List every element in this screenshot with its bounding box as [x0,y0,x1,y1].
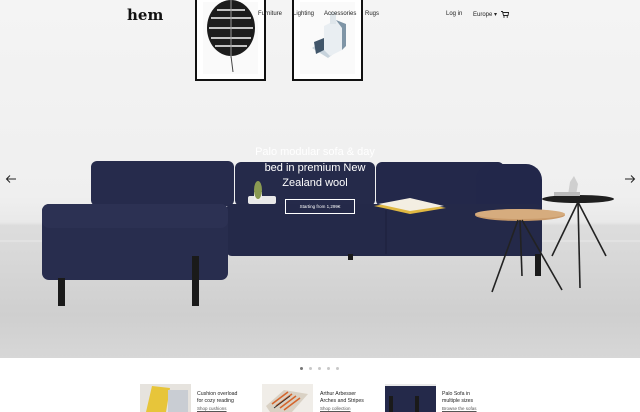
hero-cta-button[interactable]: Starting from 1,299€ [285,199,355,214]
leaf-poster [195,0,266,81]
hero-title: Palo modular sofa & day bed in premium N… [240,145,390,192]
carousel-dot[interactable] [318,367,321,370]
product-title-line: Cushion overload [197,391,238,397]
product-link[interactable]: Browse the sofas [442,406,477,411]
product-title-line: for cozy reading [197,397,234,404]
carousel-dot[interactable] [300,367,303,370]
product-link[interactable]: Shop collection [320,406,351,411]
nav-rugs[interactable]: Rugs [365,11,379,17]
arches-thumbnail[interactable] [262,384,313,412]
nav-accessories[interactable]: Accessories [324,11,356,17]
hero-title-line: bed in premium New [264,161,366,174]
carousel-dot[interactable] [336,367,339,370]
region-selector[interactable]: Europe ▾ [473,11,497,18]
carousel-dot[interactable] [309,367,312,370]
nav-furniture[interactable]: Furniture [258,11,282,17]
nav-lighting[interactable]: Lighting [293,11,314,17]
product-title[interactable]: Cushion overload for cozy reading [197,391,237,404]
product-link[interactable]: Shop cushions [197,406,227,411]
hero-banner: hem Furniture Lighting Accessories Rugs … [0,0,640,358]
hero-title-line: Zealand wool [282,177,348,189]
product-title-line: Palo Sofa in [442,391,470,397]
brand-logo[interactable]: hem [127,6,163,24]
product-title[interactable]: Palo Sofa in multiple sizes [442,391,473,404]
cart-icon[interactable] [501,11,509,18]
login-link[interactable]: Log in [446,11,462,17]
product-title[interactable]: Arthur Arbesser Arches and Stripes [320,391,364,404]
sofa-thumbnail[interactable] [385,384,436,412]
carousel-dots [300,367,339,370]
cushion-thumbnail[interactable] [140,384,191,412]
product-title-line: multiple sizes [442,397,474,404]
arrow-left-icon[interactable] [5,173,17,185]
product-title-line: Arches and Stripes [320,397,364,404]
arrow-right-icon[interactable] [624,173,636,185]
hero-title-line: Palo modular sofa & day [255,146,375,158]
carousel-dot[interactable] [327,367,330,370]
